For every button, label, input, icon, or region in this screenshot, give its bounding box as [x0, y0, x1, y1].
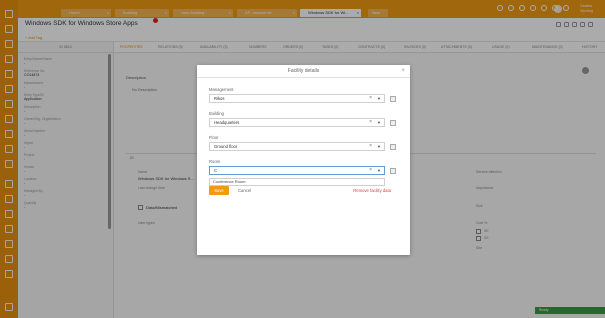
dialog-title: Facility details: [287, 68, 320, 74]
room-suggestion-item[interactable]: Conference Room: [209, 178, 385, 186]
chevron-down-icon[interactable]: ▼: [377, 119, 381, 126]
chevron-down-icon[interactable]: ▼: [377, 143, 381, 150]
building-select[interactable]: Headquarters × ▼: [209, 118, 385, 127]
management-select[interactable]: Rikos × ▼: [209, 94, 385, 103]
floor-select[interactable]: Ground floor × ▼: [209, 142, 385, 151]
management-lookup-icon[interactable]: [390, 96, 396, 102]
building-value: Headquarters: [214, 120, 240, 125]
floor-label: Floor: [209, 135, 219, 140]
room-label: Room: [209, 159, 221, 164]
room-lookup-icon[interactable]: [390, 168, 396, 174]
save-button[interactable]: Save: [209, 186, 229, 195]
chevron-down-icon[interactable]: ▼: [377, 167, 381, 174]
floor-lookup-icon[interactable]: [390, 144, 396, 150]
room-value: C: [214, 168, 218, 173]
management-value: Rikos: [214, 96, 225, 101]
building-label: Building: [209, 111, 224, 116]
clear-icon[interactable]: ×: [369, 143, 372, 150]
clear-icon[interactable]: ×: [369, 95, 372, 102]
management-label: Management: [209, 87, 234, 92]
close-icon[interactable]: ×: [401, 65, 405, 78]
facility-details-dialog: Facility details × Management Rikos × ▼ …: [197, 65, 410, 255]
room-input[interactable]: C × ▼: [209, 166, 385, 175]
dialog-header: Facility details ×: [197, 65, 410, 78]
floor-value: Ground floor: [214, 144, 238, 149]
remove-facility-data-link[interactable]: Remove facility data: [353, 186, 391, 195]
clear-icon[interactable]: ×: [369, 167, 372, 174]
cancel-button[interactable]: Cancel: [238, 186, 251, 195]
chevron-down-icon[interactable]: ▼: [377, 95, 381, 102]
building-lookup-icon[interactable]: [390, 120, 396, 126]
clear-icon[interactable]: ×: [369, 119, 372, 126]
